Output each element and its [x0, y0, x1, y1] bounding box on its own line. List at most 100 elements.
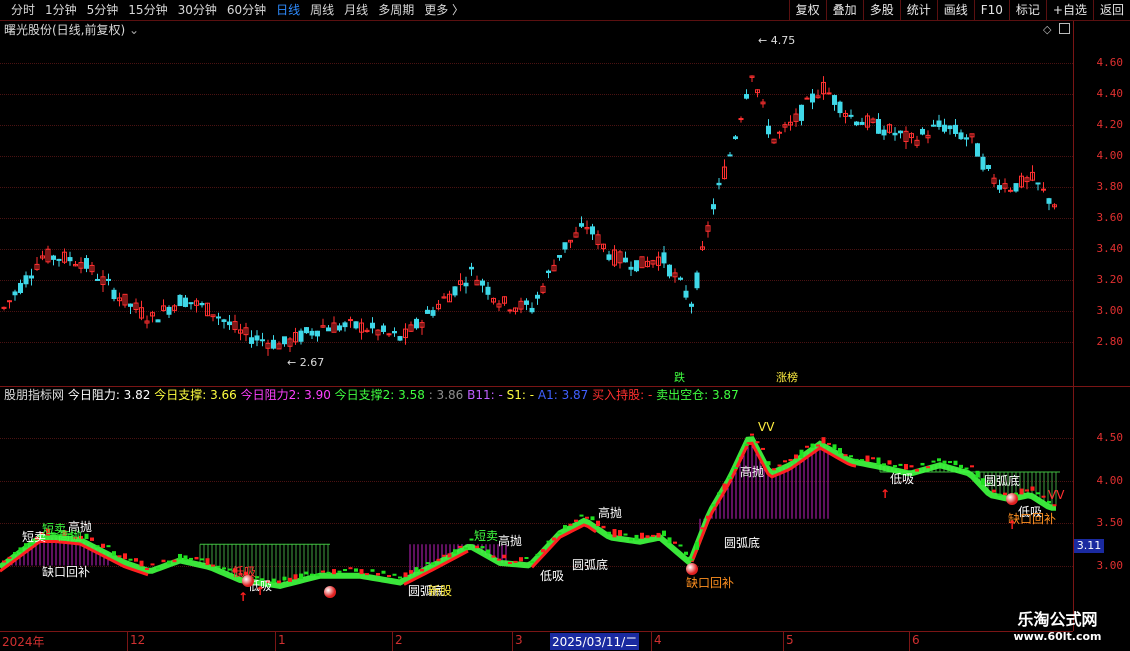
period-tab[interactable]: 周线	[305, 2, 339, 18]
candle-body	[177, 294, 183, 307]
date-label: 1	[278, 633, 286, 647]
period-tab[interactable]: 多周期	[373, 2, 419, 18]
signal-ball-icon	[242, 575, 254, 587]
indicator-bar	[805, 445, 809, 448]
watermark-url: www.60lt.com	[1013, 630, 1102, 643]
signal-annotation: VV	[1048, 488, 1065, 502]
date-label: 4	[654, 633, 662, 647]
toolbar-action-button[interactable]: 画线	[936, 0, 974, 20]
indicator-bar	[678, 544, 683, 547]
indicator-bar	[216, 565, 221, 568]
indicator-bar	[728, 476, 732, 479]
candle-body	[804, 97, 810, 100]
toolbar-action-button[interactable]: 多股	[862, 0, 900, 20]
y-tick-label: 4.50	[1096, 431, 1124, 444]
indicator-bar	[618, 530, 622, 537]
date-label: 2025/03/11/二	[550, 633, 640, 650]
candle-body	[298, 330, 304, 342]
candle-body	[744, 94, 749, 99]
period-tab[interactable]: 分时	[6, 2, 40, 18]
signal-annotation: 短卖	[474, 529, 499, 543]
date-tick	[512, 632, 513, 651]
indicator-bar	[409, 570, 413, 574]
period-tab[interactable]: 60分钟	[222, 2, 271, 18]
indicator-bar	[1019, 488, 1024, 495]
indicator-bar	[392, 573, 397, 576]
indicator-bar	[816, 444, 820, 447]
indicator-bar	[629, 538, 633, 541]
indicator-bar	[783, 460, 787, 463]
indicator-bar	[486, 549, 490, 554]
indicator-bar	[546, 540, 551, 543]
candle-body	[667, 264, 672, 277]
candle-body	[155, 319, 161, 323]
period-tab[interactable]: 月线	[339, 2, 373, 18]
toolbar-action-button[interactable]: F10	[973, 0, 1009, 20]
toolbar-action-button[interactable]: +自选	[1045, 0, 1093, 20]
indicator-bar	[931, 460, 936, 463]
indicator-bar	[7, 556, 12, 559]
candle-body	[832, 95, 837, 105]
indicator-bar	[508, 561, 512, 564]
toolbar-action-button[interactable]: 返回	[1092, 0, 1130, 20]
indicator-bar	[1041, 495, 1046, 498]
candle-body	[381, 325, 386, 332]
y-tick-label: 4.40	[1096, 87, 1124, 100]
candle-body	[128, 303, 133, 307]
indicator-bar	[315, 573, 320, 577]
buy-arrow-icon: ↑	[255, 584, 266, 598]
signal-annotation: 圆弧底	[572, 558, 609, 572]
candle-body	[386, 333, 392, 336]
indicator-bar	[222, 567, 226, 570]
candle-body	[733, 136, 738, 140]
indicator-bar	[596, 520, 600, 527]
date-tick	[651, 632, 652, 651]
candle-body	[7, 300, 12, 303]
indicator-bar	[645, 535, 650, 539]
indicator-bar	[717, 492, 721, 495]
period-tab[interactable]: 15分钟	[123, 2, 172, 18]
candle-body	[997, 185, 1002, 190]
indicator-bar	[403, 572, 408, 578]
indicator-bar	[101, 543, 105, 548]
period-tab[interactable]: 更多 〉	[419, 2, 469, 18]
signal-annotation: 圆弧底	[984, 474, 1021, 488]
indicator-bar	[381, 570, 386, 574]
period-tab[interactable]: 1分钟	[40, 2, 82, 18]
period-tab[interactable]: 30分钟	[173, 2, 222, 18]
candle-body	[84, 258, 89, 269]
date-label: 12	[130, 633, 146, 647]
candle-body	[931, 124, 936, 127]
candle-body	[56, 258, 62, 261]
period-tab[interactable]: 日线	[271, 2, 305, 18]
indicator-bar	[860, 459, 864, 462]
indicator-bar	[211, 564, 215, 567]
watermark-site: 乐淘公式网	[1017, 610, 1098, 629]
indicator-bar	[585, 516, 589, 519]
candle-body	[947, 125, 953, 130]
indicator-bar	[887, 460, 892, 465]
indicator-bar	[332, 569, 336, 575]
toolbar-action-button[interactable]: 标记	[1008, 0, 1046, 20]
candle-body	[309, 330, 315, 336]
high-price-label: ← 4.75	[758, 34, 795, 47]
indicator-bar	[480, 546, 485, 549]
indicator-bar	[667, 537, 672, 544]
candle-body	[414, 318, 419, 329]
toolbar-action-button[interactable]: 复权	[788, 0, 826, 20]
toolbar-action-button[interactable]: 统计	[899, 0, 937, 20]
toolbar-action-button[interactable]: 叠加	[825, 0, 863, 20]
buy-arrow-icon: ↑	[1007, 518, 1018, 532]
indicator-bar	[458, 545, 463, 548]
indicator-bar	[491, 555, 496, 558]
indicator-bar	[948, 461, 952, 464]
signal-annotation: 高抛	[740, 465, 765, 479]
period-tab[interactable]: 5分钟	[82, 2, 124, 18]
indicator-bar	[970, 465, 974, 468]
indicator-bar	[838, 448, 842, 454]
indicator-bar	[464, 547, 468, 550]
candle-body	[980, 156, 986, 170]
candle-body	[958, 132, 964, 140]
candle-body	[942, 124, 947, 132]
indicator-bar	[711, 504, 716, 507]
